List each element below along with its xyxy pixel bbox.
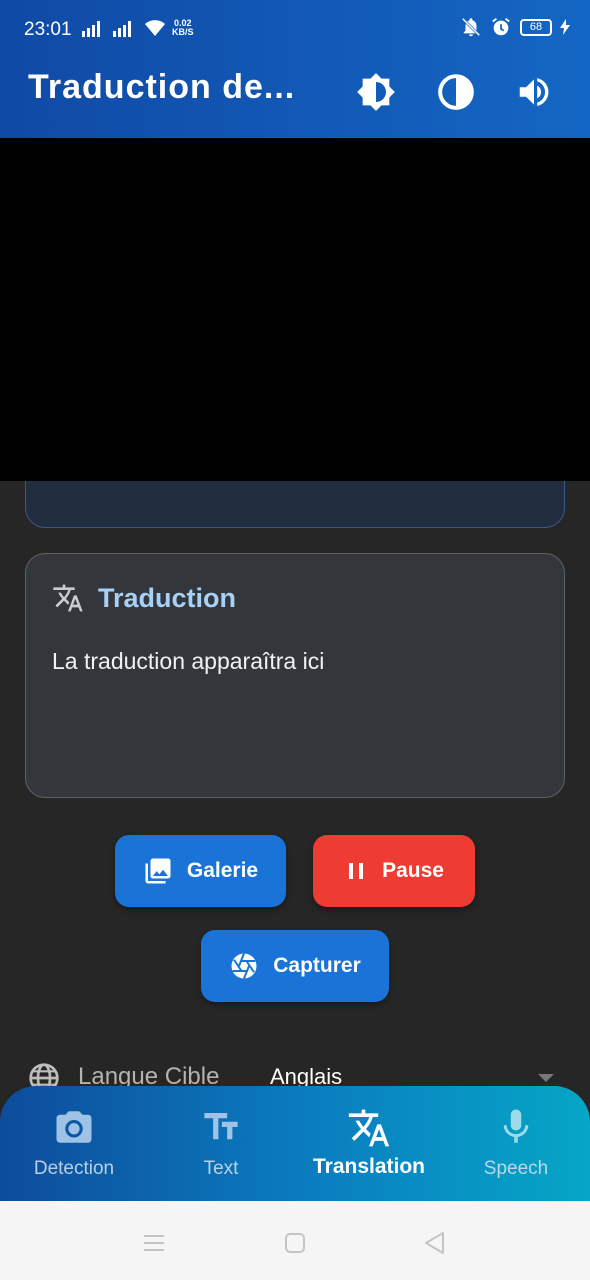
gallery-button-label: Galerie [186,859,259,882]
nav-label-translation: Translation [312,1155,426,1178]
pause-button-label: Pause [382,859,444,882]
page-title: Traduction de... [28,68,296,106]
translation-output: La traduction apparaîtra ici [52,648,325,674]
translation-card: Traduction La traduction apparaîtra ici [25,553,565,798]
square-icon [285,1233,305,1253]
wifi-icon [145,20,165,36]
net-speed: 0.02 KB/S [172,18,194,37]
contrast-icon [438,74,474,110]
recent-apps-button[interactable] [140,1229,168,1257]
nav-item-translation[interactable]: Translation [295,1086,443,1201]
translation-card-title: Traduction [98,582,237,613]
app-bar: 23:01 0.02 KB/S 68 Traduction de... [0,0,590,138]
camera-preview[interactable] [0,138,590,481]
gallery-button[interactable]: Galerie [115,835,286,907]
pause-icon [349,863,364,879]
menu-icon [144,1235,164,1251]
bell-off-icon [461,17,481,37]
nav-label-text: Text [203,1158,239,1179]
status-bar: 23:01 0.02 KB/S 68 [0,0,590,60]
contrast-button[interactable] [436,72,476,112]
system-navigation-bar [0,1201,590,1280]
capture-button-label: Capturer [273,954,361,977]
volume-button[interactable] [514,72,554,112]
signal-icon-2 [113,20,131,37]
photo-library-icon [145,858,171,884]
home-button[interactable] [281,1229,309,1257]
alarm-icon [492,18,510,36]
battery-icon: 68 [520,18,552,36]
camera-icon [56,1111,92,1143]
translate-icon [53,584,83,612]
nav-label-detection: Detection [33,1158,115,1179]
brightness-button[interactable] [356,72,396,112]
nav-item-detection[interactable]: Detection [0,1086,148,1201]
charging-icon [560,19,570,35]
bottom-navigation: Detection Text Translation Speech [0,1086,590,1201]
camera-shutter-icon [231,953,257,979]
nav-item-text[interactable]: Text [147,1086,295,1201]
text-fields-icon [204,1113,238,1140]
capture-button[interactable]: Capturer [201,930,389,1002]
signal-icon [82,20,100,37]
mic-icon [503,1109,529,1143]
translate-icon [348,1109,390,1147]
nav-item-speech[interactable]: Speech [442,1086,590,1201]
status-time: 23:01 [24,19,72,40]
volume-icon [519,78,549,106]
back-triangle-icon [425,1232,444,1254]
pause-button[interactable]: Pause [313,835,475,907]
brightness-icon [357,73,395,111]
dropdown-caret-icon[interactable] [538,1074,554,1082]
back-button[interactable] [420,1229,448,1257]
nav-label-speech: Speech [483,1158,549,1179]
